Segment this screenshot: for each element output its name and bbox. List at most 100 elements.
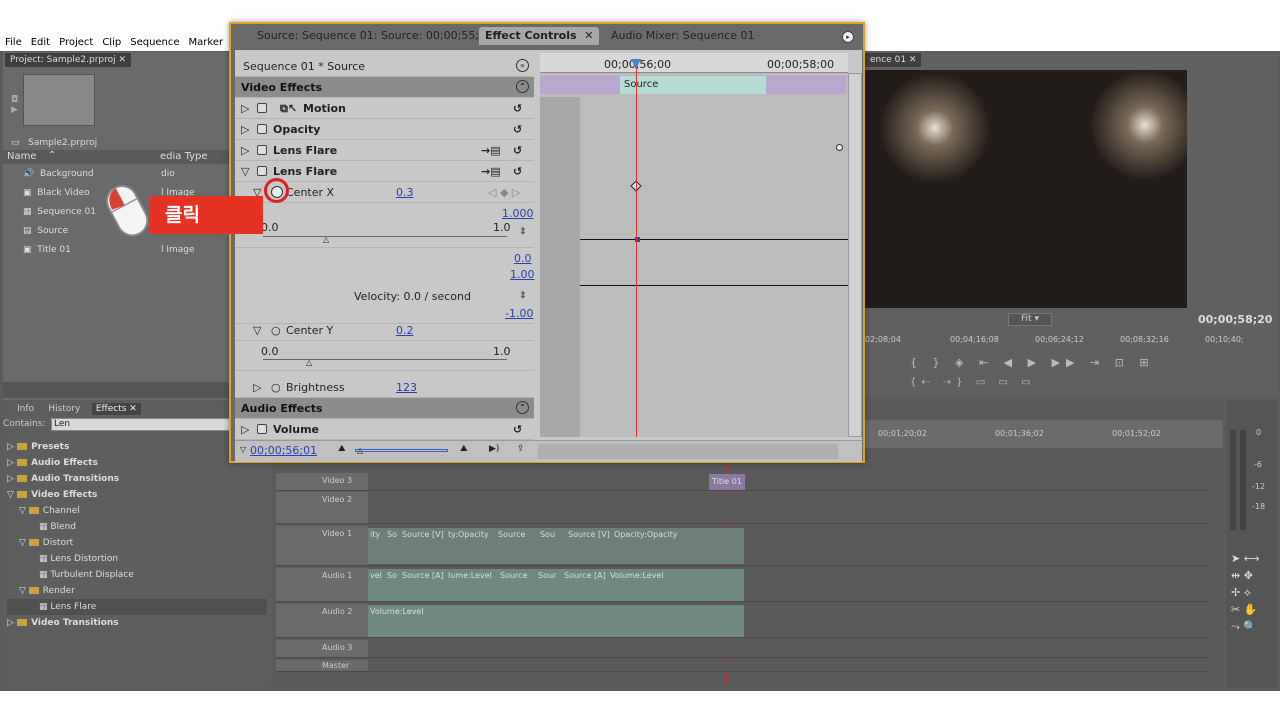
fx-toggle-icon[interactable] xyxy=(257,145,267,155)
tree-presets[interactable]: ▷ Presets xyxy=(7,439,267,455)
menu-file[interactable]: File xyxy=(5,37,22,48)
expand-icon[interactable]: ▷ xyxy=(241,419,249,440)
tab-source-monitor[interactable]: Source: Sequence 01: Source: 00;00;55;10 xyxy=(251,27,499,45)
fx-toggle-icon[interactable] xyxy=(257,166,267,176)
menu-edit[interactable]: Edit xyxy=(31,37,50,48)
close-icon[interactable]: ✕ xyxy=(119,55,127,65)
keyframe-indicator[interactable] xyxy=(836,144,843,151)
center-y-value[interactable]: 0.2 xyxy=(396,320,414,341)
reset-icon[interactable]: ↺ xyxy=(513,119,522,140)
menu-sequence[interactable]: Sequence xyxy=(130,37,179,48)
effect-row-lens-flare-1[interactable]: ▷ Lens Flare →▤ ↺ xyxy=(235,140,534,161)
reset-icon[interactable]: ↺ xyxy=(513,140,522,161)
setup-icon[interactable]: →▤ xyxy=(481,140,501,161)
column-name[interactable]: Name xyxy=(7,151,37,162)
slider-track[interactable] xyxy=(263,236,507,237)
tab-effects[interactable]: Effects ✕ xyxy=(91,403,141,415)
track-header[interactable]: Audio 2 xyxy=(276,604,368,637)
tree-turbulent-displace[interactable]: ▦ Turbulent Displace xyxy=(7,567,267,583)
stopwatch-icon[interactable]: ○ xyxy=(271,377,281,398)
expand-icon[interactable]: ▷ xyxy=(241,119,249,140)
panel-menu-icon[interactable]: ▸ xyxy=(842,31,854,43)
tree-lens-flare[interactable]: ▦ Lens Flare xyxy=(7,599,267,615)
audio-clip-strip[interactable]: Volume:Level xyxy=(368,605,744,637)
stopwatch-icon[interactable]: ○ xyxy=(271,320,281,341)
collapse-icon[interactable]: ▽ xyxy=(241,161,249,182)
zoom-slider[interactable] xyxy=(355,449,448,452)
transition-block xyxy=(766,76,846,94)
fx-toggle-icon[interactable] xyxy=(257,424,267,434)
tree-video-transitions[interactable]: ▷ Video Transitions xyxy=(7,615,267,631)
track-header[interactable]: Video 2 xyxy=(276,492,368,523)
fx-toggle-icon[interactable] xyxy=(257,103,267,113)
tree-distort[interactable]: ▽ Distort xyxy=(7,535,267,551)
effect-row-opacity[interactable]: ▷ Opacity ↺ xyxy=(235,119,534,140)
transport-controls[interactable]: { } ◈ ⇤ ◀ ▶ ▶▶ ⇥ ⊡ ⊞ xyxy=(910,356,1155,369)
tab-info[interactable]: Info xyxy=(17,404,34,414)
filter-icon[interactable]: ▽ xyxy=(240,445,246,454)
tab-history[interactable]: History xyxy=(48,404,80,414)
ec-vertical-scrollbar[interactable] xyxy=(848,73,862,437)
transport-controls-2[interactable]: {⇠ ⇢} ▭ ▭ ▭ xyxy=(910,377,1036,388)
tree-audio-transitions[interactable]: ▷ Audio Transitions xyxy=(7,471,267,487)
slider-thumb[interactable]: △ xyxy=(306,358,312,367)
tab-effects-label: Effects xyxy=(95,404,127,414)
track-header[interactable]: Video 3 xyxy=(276,473,368,490)
slider-thumb[interactable]: △ xyxy=(323,235,329,244)
tree-render[interactable]: ▽ Render xyxy=(7,583,267,599)
project-tab[interactable]: Project: Sample2.prproj ✕ xyxy=(5,53,132,67)
expand-icon[interactable]: ▷ xyxy=(241,140,249,161)
tree-lens-distortion[interactable]: ▦ Lens Distortion xyxy=(7,551,267,567)
column-media-type[interactable]: edia Type xyxy=(160,151,208,162)
setup-icon[interactable]: →▤ xyxy=(481,161,501,182)
fit-dropdown[interactable]: Fit ▾ xyxy=(1008,313,1052,326)
close-icon[interactable]: ✕ xyxy=(909,55,917,65)
zoom-thumb[interactable]: △ xyxy=(357,446,363,455)
keyframe-nav-icon[interactable]: ◁ ◆ ▷ xyxy=(488,182,520,203)
tree-channel[interactable]: ▽ Channel xyxy=(7,503,267,519)
menu-project[interactable]: Project xyxy=(59,37,93,48)
zoom-in-icon[interactable]: ⛰ xyxy=(460,444,468,454)
track-header[interactable]: Audio 3 xyxy=(276,640,368,657)
program-tab[interactable]: ence 01 ✕ xyxy=(865,53,922,67)
zoom-out-icon[interactable]: ⛰ xyxy=(338,444,346,454)
track-header[interactable]: Master xyxy=(276,660,368,671)
reset-icon[interactable]: ↺ xyxy=(513,419,522,440)
fx-toggle-icon[interactable] xyxy=(257,124,267,134)
current-time-indicator[interactable] xyxy=(636,61,637,437)
slider-track[interactable] xyxy=(263,359,507,360)
track-header[interactable]: Video 1 xyxy=(276,526,368,565)
close-icon[interactable]: ✕ xyxy=(584,29,593,42)
tab-effect-controls[interactable]: Effect Controls ✕ xyxy=(479,27,600,45)
tree-blend[interactable]: ▦ Blend xyxy=(7,519,267,535)
audio-clip-strip[interactable]: vel So Source [A] lume:Level Source Sour… xyxy=(368,569,744,601)
source-clip-bar[interactable]: Source xyxy=(620,76,766,94)
track-header[interactable]: Audio 1 xyxy=(276,568,368,601)
spinner-icon[interactable]: ⇕ xyxy=(519,227,527,237)
loop-icon[interactable]: ⇪ xyxy=(517,444,525,454)
collapse-icon[interactable]: ⌃ xyxy=(516,80,529,93)
tree-audio-effects[interactable]: ▷ Audio Effects xyxy=(7,455,267,471)
timeline-scrollbar[interactable] xyxy=(538,444,838,459)
effect-row-volume[interactable]: ▷ Volume ↺ xyxy=(235,419,534,440)
expand-icon[interactable]: ▷ xyxy=(253,377,261,398)
menu-clip[interactable]: Clip xyxy=(102,37,121,48)
center-x-value[interactable]: 0.3 xyxy=(396,182,414,203)
current-timecode[interactable]: 00;00;56;01 xyxy=(250,444,317,457)
title-clip[interactable]: Title 01 xyxy=(709,474,745,490)
effect-row-motion[interactable]: ▷ ⧉↖ Motion ↺ xyxy=(235,98,534,119)
collapse-icon[interactable]: ⌃ xyxy=(516,401,529,414)
play-audio-icon[interactable]: ▶) xyxy=(489,444,499,454)
show-timeline-icon[interactable]: » xyxy=(516,59,529,72)
menu-marker[interactable]: Marker xyxy=(189,37,224,48)
reset-icon[interactable]: ↺ xyxy=(513,98,522,119)
tools-panel[interactable]: ➤ ⟷ ⇹ ✥ ✢ ⟡ ✂ ✋ ⤳ 🔍 xyxy=(1231,550,1275,640)
brightness-value[interactable]: 123 xyxy=(396,377,417,398)
tab-audio-mixer[interactable]: Audio Mixer: Sequence 01 xyxy=(605,27,761,45)
video-clip-strip[interactable]: ity So Source [V] ty:Opacity Source Sou … xyxy=(368,528,744,564)
tree-video-effects[interactable]: ▽ Video Effects xyxy=(7,487,267,503)
expand-icon[interactable]: ▷ xyxy=(241,98,249,119)
collapse-icon[interactable]: ▽ xyxy=(253,320,261,341)
reset-icon[interactable]: ↺ xyxy=(513,161,522,182)
sort-icon[interactable]: ⌃ xyxy=(48,150,56,161)
